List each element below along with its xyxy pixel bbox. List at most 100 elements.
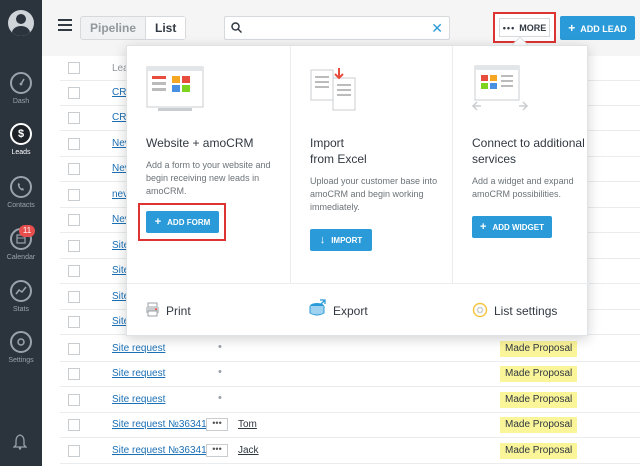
empty-contact-dot: • [218, 341, 222, 353]
row-checkbox[interactable] [68, 265, 80, 277]
list-settings-label: List settings [494, 304, 558, 318]
widgets-illustration [471, 65, 529, 111]
stage-badge: Made Proposal [500, 366, 578, 382]
services-panel: Connect to additional services Add a wid… [453, 46, 588, 283]
plus-icon: + [568, 21, 576, 35]
dollar-icon: $ [10, 123, 32, 145]
sidebar-item-settings[interactable]: Settings [0, 331, 42, 379]
services-title: Connect to additional services [472, 135, 592, 167]
more-tags-button[interactable]: ••• [206, 418, 228, 431]
sidebar-item-label: Contacts [7, 202, 35, 209]
view-pipeline-tab[interactable]: Pipeline [81, 17, 145, 39]
table-row: Site request №363413 ••• Tom Made Propos… [60, 413, 640, 438]
menu-icon[interactable] [58, 19, 72, 31]
row-checkbox[interactable] [68, 291, 80, 303]
plus-icon: + [154, 216, 162, 228]
row-checkbox[interactable] [68, 214, 80, 226]
row-checkbox[interactable] [68, 419, 80, 431]
lead-name-link[interactable]: Site request [112, 368, 165, 379]
user-avatar[interactable] [8, 10, 34, 36]
sidebar-item-contacts[interactable]: Contacts [0, 176, 42, 224]
more-tags-button[interactable]: ••• [206, 444, 228, 457]
sidebar-item-dash[interactable]: Dash [0, 72, 42, 120]
sidebar-item-label: Calendar [6, 254, 36, 261]
add-lead-label: ADD LEAD [580, 24, 627, 34]
add-form-label: ADD FORM [167, 218, 211, 227]
import-title-line2: from Excel [310, 152, 367, 166]
search-box: ✕ [224, 16, 450, 40]
stage-badge: Made Proposal [500, 443, 578, 459]
row-checkbox[interactable] [68, 163, 80, 175]
row-checkbox[interactable] [68, 445, 80, 457]
view-toggle: Pipeline List [80, 16, 187, 40]
contact-link[interactable]: Tom [238, 419, 257, 430]
contact-link[interactable]: Jack [238, 445, 259, 456]
print-label: Print [166, 304, 191, 318]
stage-badge: Made Proposal [500, 392, 578, 408]
sidebar-item-label: Stats [13, 306, 29, 313]
clear-search-icon[interactable]: ✕ [431, 20, 443, 36]
services-title-line1: Connect to additional [472, 136, 585, 150]
export-action[interactable]: Export [309, 284, 453, 338]
row-checkbox[interactable] [68, 368, 80, 380]
row-checkbox[interactable] [68, 87, 80, 99]
more-label: MORE [519, 23, 547, 33]
row-checkbox[interactable] [68, 240, 80, 252]
more-button[interactable]: ••• MORE [499, 18, 550, 37]
lead-name-link[interactable]: Site request №363413 [112, 419, 212, 430]
add-lead-button[interactable]: + ADD LEAD [560, 16, 635, 40]
search-input[interactable] [247, 20, 427, 36]
add-widget-label: ADD WIDGET [492, 223, 544, 232]
import-excel-illustration [310, 68, 356, 111]
printer-icon [146, 302, 159, 317]
add-form-button[interactable]: + ADD FORM [146, 211, 219, 233]
select-all-checkbox[interactable] [68, 62, 80, 74]
import-description: Upload your customer base into amoCRM an… [310, 176, 438, 212]
stats-icon [10, 280, 32, 302]
sidebar-item-calendar[interactable]: 11 Calendar [0, 225, 42, 276]
dropdown-bottom-actions: Print Export List settings [127, 283, 589, 337]
sidebar-item-label: Settings [8, 357, 34, 364]
plus-icon: + [480, 221, 487, 233]
export-label: Export [333, 304, 368, 318]
row-checkbox[interactable] [68, 394, 80, 406]
row-checkbox[interactable] [68, 343, 80, 355]
search-icon [231, 22, 242, 33]
bell-icon[interactable] [13, 434, 27, 450]
lead-name-link[interactable]: Site request [112, 343, 165, 354]
sidebar-item-stats[interactable]: Stats [0, 280, 42, 328]
stage-badge: Made Proposal [500, 341, 578, 357]
print-action[interactable]: Print [145, 284, 291, 338]
website-form-illustration [146, 66, 204, 111]
services-title-line2: services [472, 152, 517, 166]
table-row: Site request • Made Proposal [60, 337, 640, 362]
website-description: Add a form to your website and begin rec… [146, 160, 271, 196]
row-checkbox[interactable] [68, 316, 80, 328]
import-button[interactable]: ↓ IMPORT [310, 229, 372, 251]
download-arrow-icon: ↓ [319, 234, 326, 246]
website-title: Website + amoCRM [146, 136, 254, 150]
view-list-tab[interactable]: List [145, 17, 186, 39]
import-panel: Import from Excel Upload your customer b… [291, 46, 453, 283]
add-widget-button[interactable]: + ADD WIDGET [472, 216, 552, 238]
table-row: Site request • Made Proposal [60, 362, 640, 387]
gear-icon [10, 331, 32, 353]
calendar-badge: 11 [19, 225, 35, 237]
export-database-icon [309, 299, 326, 316]
row-checkbox[interactable] [68, 112, 80, 124]
import-title-line1: Import [310, 136, 345, 150]
phone-icon [10, 176, 32, 198]
ellipsis-icon: ••• [502, 23, 516, 33]
empty-contact-dot: • [218, 392, 222, 404]
lead-name-link[interactable]: Site request [112, 394, 165, 405]
more-button-highlight: ••• MORE [493, 12, 556, 43]
sidebar-item-leads[interactable]: $ Leads [0, 123, 42, 171]
row-checkbox[interactable] [68, 189, 80, 201]
empty-contact-dot: • [218, 366, 222, 378]
list-settings-action[interactable]: List settings [472, 284, 589, 338]
dashboard-icon [10, 72, 32, 94]
import-label: IMPORT [331, 236, 363, 245]
lead-name-link[interactable]: Site request №363418 [112, 445, 212, 456]
row-checkbox[interactable] [68, 138, 80, 150]
sidebar-item-label: Dash [12, 98, 30, 105]
